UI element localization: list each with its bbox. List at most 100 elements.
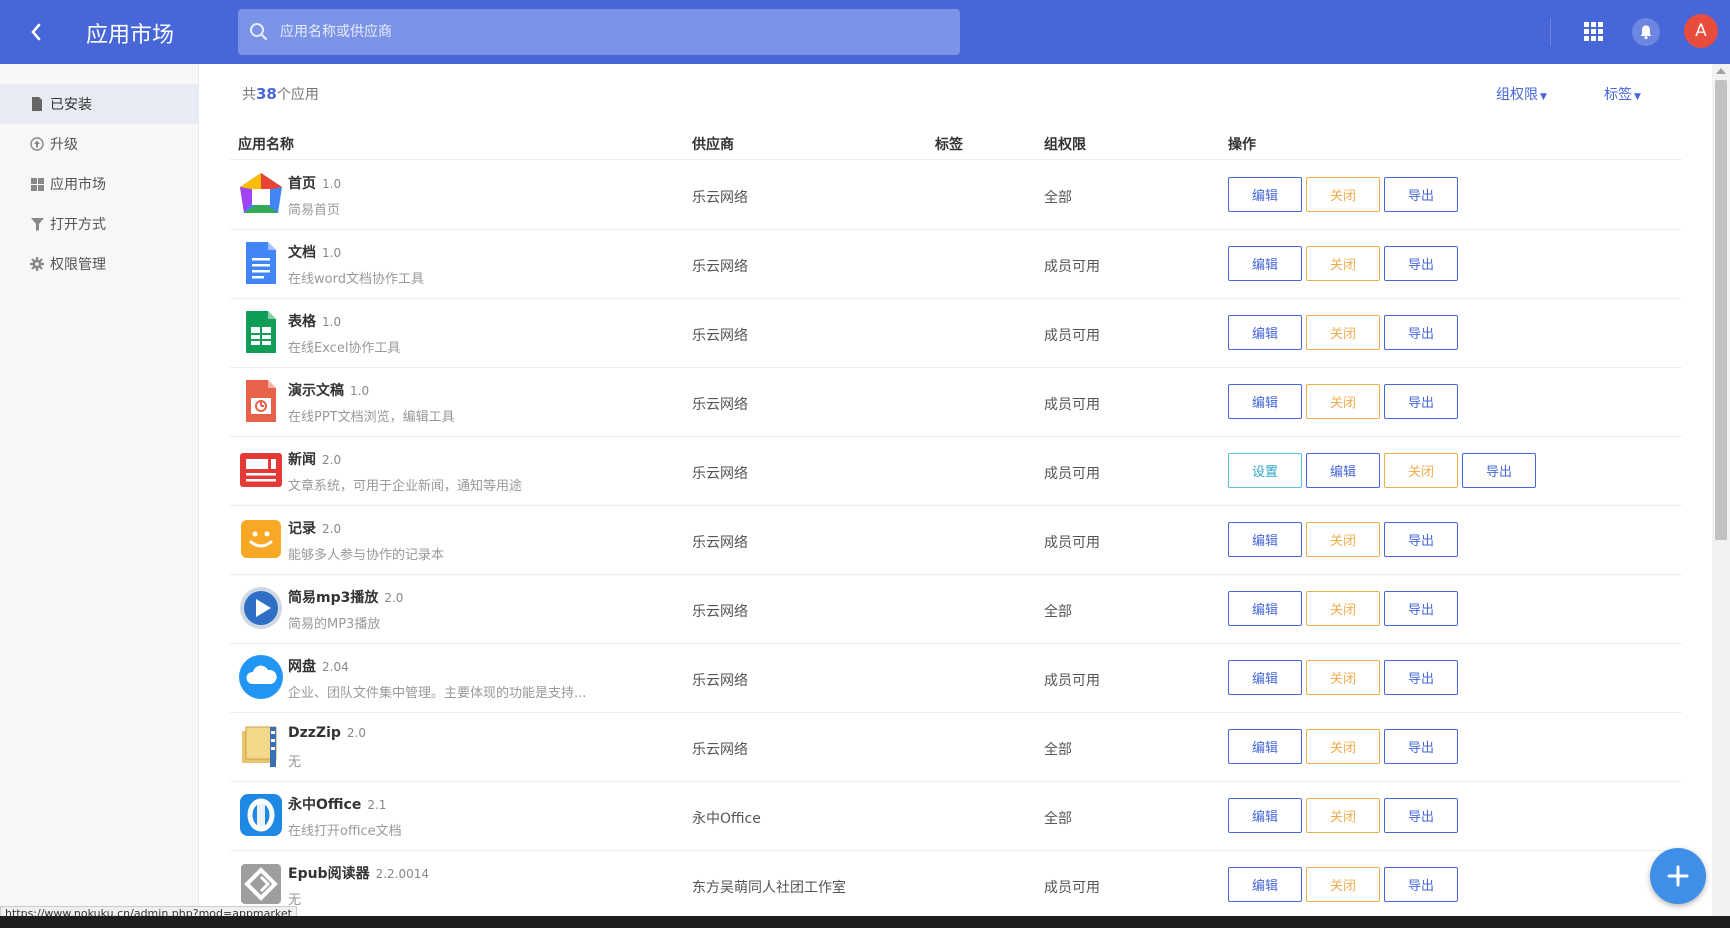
app-description: 文章系统，可用于企业新闻，通知等用途 bbox=[288, 479, 523, 494]
notes-app-icon[interactable] bbox=[238, 516, 284, 562]
epub-app-icon[interactable] bbox=[238, 861, 284, 907]
app-description: 无 bbox=[288, 755, 302, 770]
sidebar-item-label: 权限管理 bbox=[50, 257, 106, 273]
close-button[interactable]: 关闭 bbox=[1306, 315, 1380, 350]
apps-grid-icon[interactable] bbox=[1582, 20, 1604, 42]
export-button[interactable]: 导出 bbox=[1384, 660, 1458, 695]
back-button[interactable] bbox=[22, 18, 50, 46]
close-button[interactable]: 关闭 bbox=[1306, 522, 1380, 557]
app-description: 在线Excel协作工具 bbox=[288, 341, 401, 356]
caret-down-icon: ▼ bbox=[1634, 92, 1641, 102]
edit-button[interactable]: 编辑 bbox=[1228, 177, 1302, 212]
app-vendor: 乐云网络 bbox=[692, 328, 748, 344]
news-app-icon[interactable] bbox=[238, 447, 284, 493]
mp3-app-icon[interactable] bbox=[238, 585, 284, 631]
close-button[interactable]: 关闭 bbox=[1384, 453, 1458, 488]
export-button[interactable]: 导出 bbox=[1384, 384, 1458, 419]
grid-icon bbox=[30, 177, 44, 191]
settings-button[interactable]: 设置 bbox=[1228, 453, 1302, 488]
export-button[interactable]: 导出 bbox=[1384, 315, 1458, 350]
edit-button[interactable]: 编辑 bbox=[1228, 315, 1302, 350]
close-button[interactable]: 关闭 bbox=[1306, 798, 1380, 833]
app-permission: 全部 bbox=[1044, 811, 1072, 827]
app-name[interactable]: DzzZip 2.0 bbox=[288, 725, 366, 741]
tags-filter[interactable]: 标签 ▼ bbox=[1604, 84, 1641, 104]
yozo-app-icon[interactable] bbox=[238, 792, 284, 838]
sidebar-item-appmarket[interactable]: 应用市场 bbox=[0, 164, 198, 204]
close-button[interactable]: 关闭 bbox=[1306, 246, 1380, 281]
app-version: 1.0 bbox=[322, 315, 342, 329]
scroll-up-arrow-icon[interactable] bbox=[1716, 68, 1726, 74]
row-actions: 编辑 关闭 导出 bbox=[1228, 798, 1458, 833]
plus-icon bbox=[1667, 865, 1689, 887]
export-button[interactable]: 导出 bbox=[1384, 798, 1458, 833]
close-button[interactable]: 关闭 bbox=[1306, 591, 1380, 626]
group-permission-filter[interactable]: 组权限 ▼ bbox=[1496, 84, 1547, 104]
sidebar-item-installed[interactable]: 已安装 bbox=[0, 84, 198, 124]
app-vendor: 永中Office bbox=[692, 811, 761, 827]
export-button[interactable]: 导出 bbox=[1384, 867, 1458, 902]
edit-button[interactable]: 编辑 bbox=[1228, 867, 1302, 902]
edit-button[interactable]: 编辑 bbox=[1228, 729, 1302, 764]
app-count: 共38个应用 bbox=[242, 84, 319, 104]
app-description: 能够多人参与协作的记录本 bbox=[288, 548, 445, 563]
export-button[interactable]: 导出 bbox=[1384, 729, 1458, 764]
avatar[interactable]: A bbox=[1684, 14, 1718, 48]
app-name[interactable]: 首页 1.0 bbox=[288, 173, 341, 193]
app-name[interactable]: 永中Office 2.1 bbox=[288, 794, 386, 814]
app-vendor: 乐云网络 bbox=[692, 604, 748, 620]
app-name[interactable]: 记录 2.0 bbox=[288, 518, 341, 538]
export-button[interactable]: 导出 bbox=[1384, 177, 1458, 212]
cloud-app-icon[interactable] bbox=[238, 654, 284, 700]
edit-button[interactable]: 编辑 bbox=[1228, 591, 1302, 626]
close-button[interactable]: 关闭 bbox=[1306, 729, 1380, 764]
edit-button[interactable]: 编辑 bbox=[1228, 384, 1302, 419]
search-box[interactable] bbox=[238, 9, 960, 55]
sidebar-item-open-with[interactable]: 打开方式 bbox=[0, 204, 198, 244]
chevron-left-icon bbox=[31, 23, 41, 41]
sidebar-item-permissions[interactable]: 权限管理 bbox=[0, 244, 198, 284]
app-name[interactable]: 简易mp3播放 2.0 bbox=[288, 587, 403, 607]
app-version: 2.0 bbox=[322, 522, 342, 536]
export-button[interactable]: 导出 bbox=[1462, 453, 1536, 488]
app-name[interactable]: Epub阅读器 2.2.0014 bbox=[288, 863, 429, 883]
app-name-text: 永中Office bbox=[288, 797, 362, 813]
app-name-text: Epub阅读器 bbox=[288, 866, 370, 882]
home-app-icon[interactable] bbox=[238, 171, 284, 217]
caret-down-icon: ▼ bbox=[1540, 92, 1547, 102]
edit-button[interactable]: 编辑 bbox=[1228, 246, 1302, 281]
app-permission: 全部 bbox=[1044, 604, 1072, 620]
export-button[interactable]: 导出 bbox=[1384, 246, 1458, 281]
add-app-button[interactable] bbox=[1650, 848, 1706, 904]
sheet-app-icon[interactable] bbox=[238, 309, 284, 355]
search-input[interactable] bbox=[280, 9, 940, 55]
app-version: 1.0 bbox=[322, 246, 342, 260]
edit-button[interactable]: 编辑 bbox=[1228, 798, 1302, 833]
doc-app-icon[interactable] bbox=[238, 240, 284, 286]
sidebar-item-upgrade[interactable]: 升级 bbox=[0, 124, 198, 164]
close-button[interactable]: 关闭 bbox=[1306, 384, 1380, 419]
scrollbar[interactable] bbox=[1712, 64, 1730, 917]
scroll-thumb[interactable] bbox=[1715, 80, 1727, 540]
app-name[interactable]: 表格 1.0 bbox=[288, 311, 341, 331]
edit-button[interactable]: 编辑 bbox=[1228, 660, 1302, 695]
table-row: 永中Office 2.1 在线打开office文档 永中Office 全部 编辑 关闭 导出 bbox=[230, 782, 1682, 851]
app-name[interactable]: 演示文稿 1.0 bbox=[288, 380, 369, 400]
close-button[interactable]: 关闭 bbox=[1306, 867, 1380, 902]
export-button[interactable]: 导出 bbox=[1384, 591, 1458, 626]
table-row: 简易mp3播放 2.0 简易的MP3播放 乐云网络 全部 编辑 关闭 导出 bbox=[230, 575, 1682, 644]
app-name[interactable]: 新闻 2.0 bbox=[288, 449, 341, 469]
slides-app-icon[interactable] bbox=[238, 378, 284, 424]
gear-icon bbox=[30, 257, 44, 271]
edit-button[interactable]: 编辑 bbox=[1228, 522, 1302, 557]
zip-app-icon[interactable] bbox=[238, 723, 284, 769]
edit-button[interactable]: 编辑 bbox=[1306, 453, 1380, 488]
app-vendor: 乐云网络 bbox=[692, 259, 748, 275]
app-name[interactable]: 文档 1.0 bbox=[288, 242, 341, 262]
notification-button[interactable] bbox=[1632, 18, 1660, 46]
close-button[interactable]: 关闭 bbox=[1306, 660, 1380, 695]
close-button[interactable]: 关闭 bbox=[1306, 177, 1380, 212]
app-vendor: 乐云网络 bbox=[692, 397, 748, 413]
app-name[interactable]: 网盘 2.04 bbox=[288, 656, 349, 676]
export-button[interactable]: 导出 bbox=[1384, 522, 1458, 557]
